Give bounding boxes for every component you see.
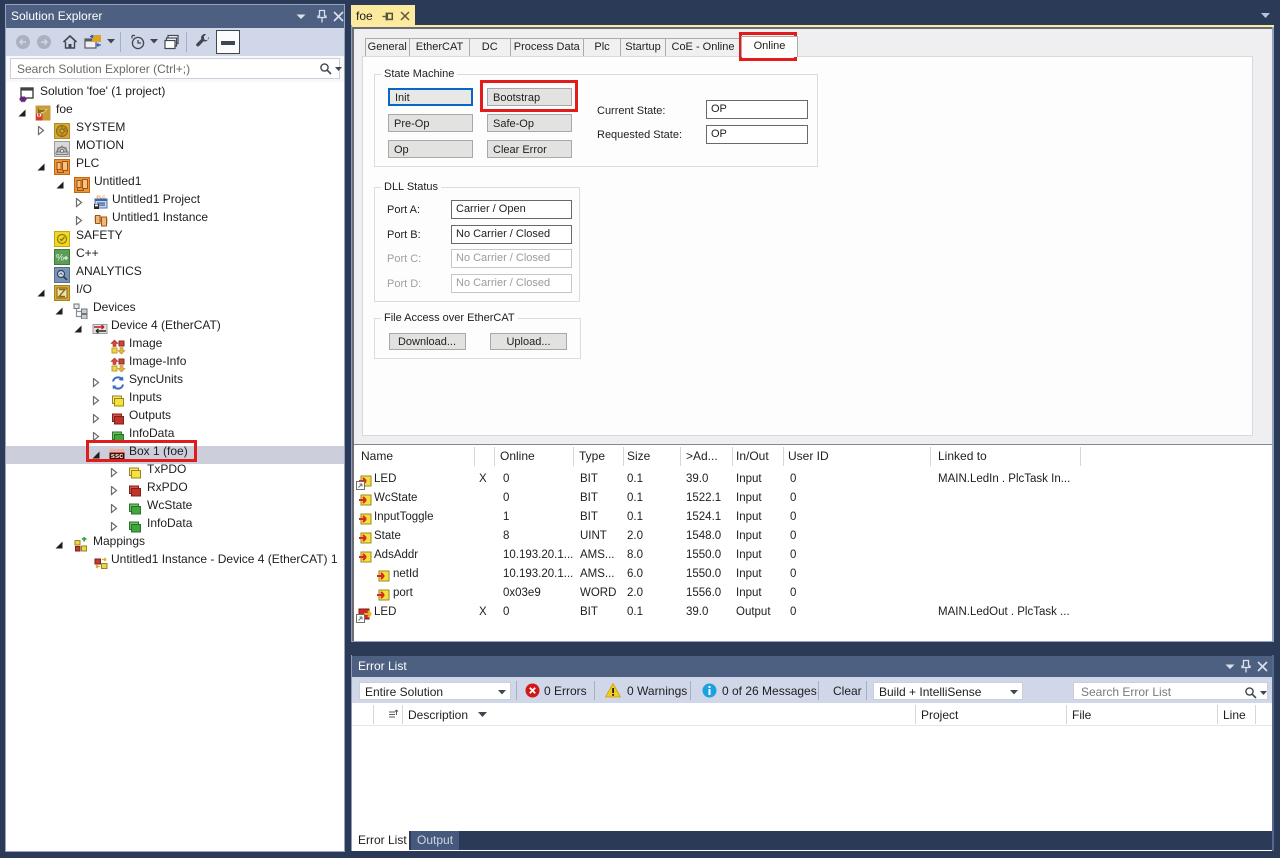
svg-text:%: % xyxy=(56,253,64,263)
svg-text:PLC: PLC xyxy=(97,195,107,200)
